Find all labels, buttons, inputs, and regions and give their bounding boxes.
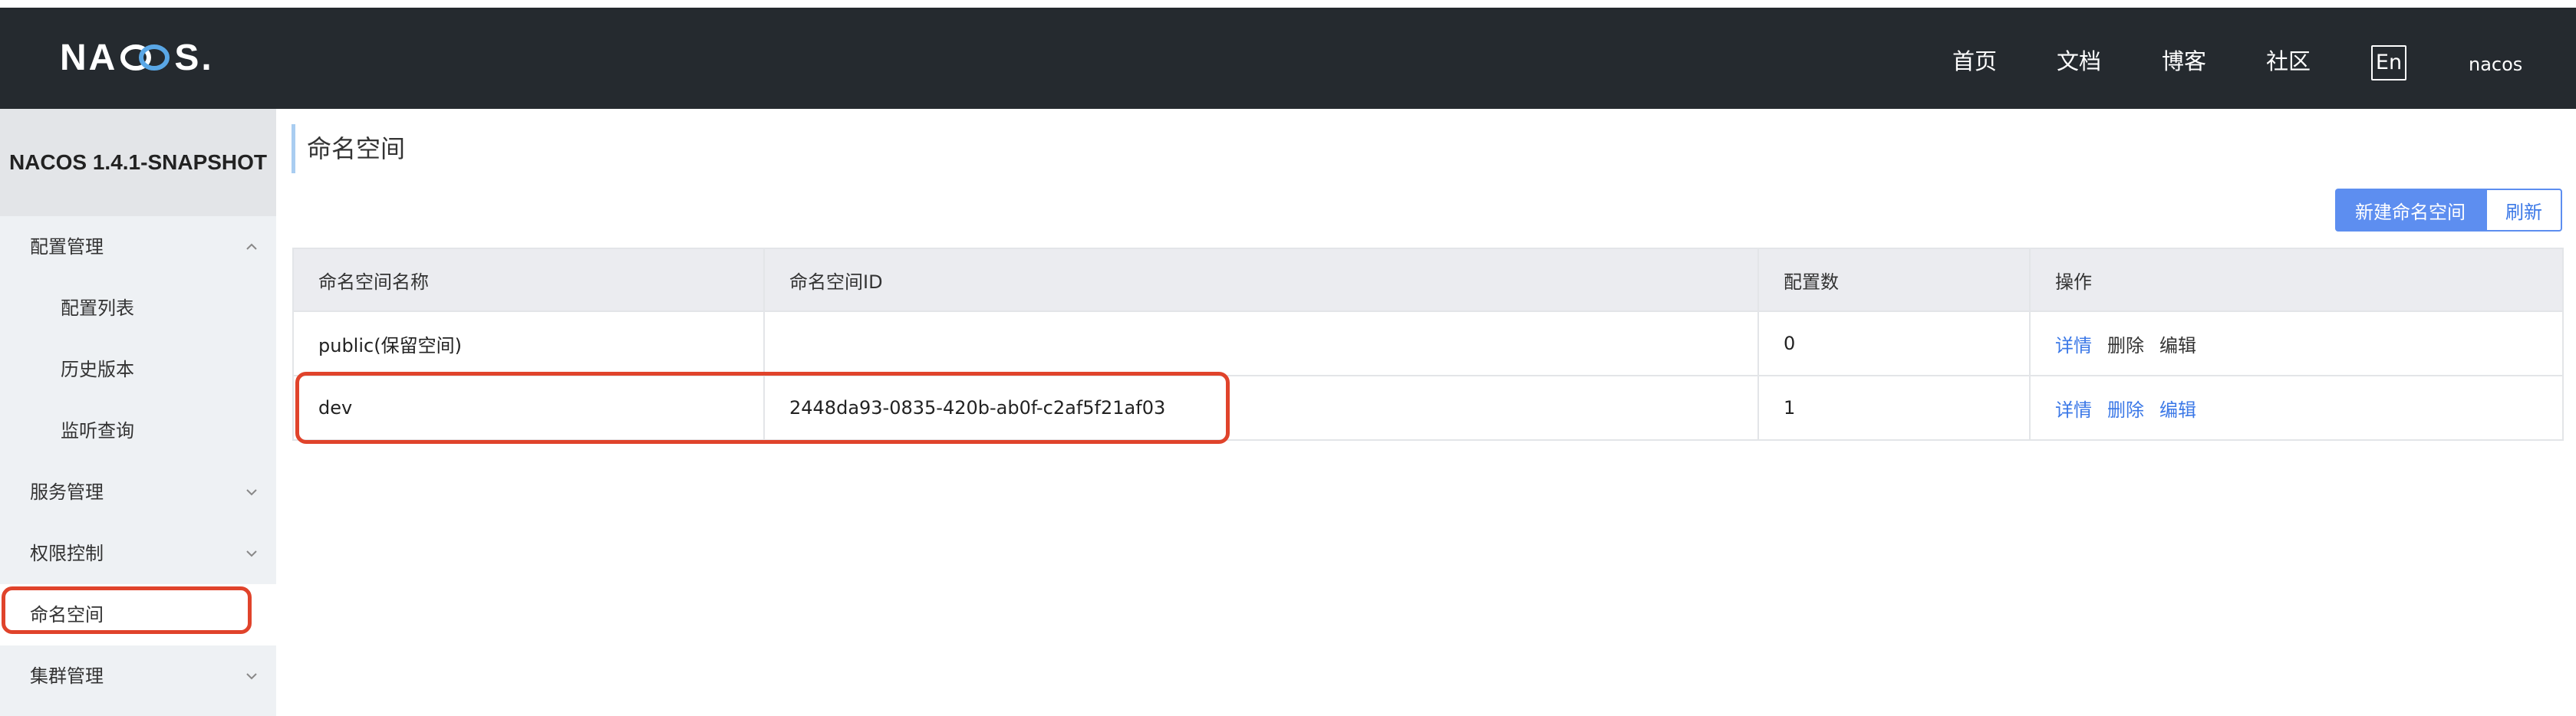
details-link[interactable]: 详情: [2055, 335, 2092, 356]
sidebar: NACOS 1.4.1-SNAPSHOT 配置管理 配置列表 历史版本 监听查询…: [0, 109, 276, 716]
nav-docs[interactable]: 文档: [2057, 46, 2101, 77]
actions-cell: 详情 删除 编辑: [2030, 311, 2564, 376]
sidebar-item-label: 服务管理: [30, 481, 104, 503]
sidebar-item-label: 配置管理: [30, 236, 104, 258]
top-header: NA S. 首页 文档 博客 社区 En nacos: [0, 8, 2576, 109]
namespace-table: 命名空间名称 命名空间ID 配置数 操作 public(保留空间) 0 详情 删除…: [292, 248, 2564, 441]
sidebar-item-label: 配置列表: [61, 297, 134, 319]
chevron-up-icon: [246, 243, 257, 250]
language-switch[interactable]: En: [2371, 45, 2406, 80]
sidebar-item-label: 权限控制: [30, 543, 104, 564]
user-name[interactable]: nacos: [2469, 51, 2522, 78]
sidebar-item-cluster-management[interactable]: 集群管理: [0, 645, 276, 707]
chevron-down-icon: [246, 489, 257, 496]
sidebar-item-history[interactable]: 历史版本: [0, 339, 276, 400]
nav-home[interactable]: 首页: [1952, 46, 1997, 77]
nacos-logo[interactable]: NA S.: [60, 35, 214, 81]
sidebar-item-label: 集群管理: [30, 665, 104, 687]
table-row: dev 2448da93-0835-420b-ab0f-c2af5f21af03…: [293, 376, 2564, 441]
config-count-cell: 1: [1758, 376, 2031, 441]
table-header-row: 命名空间名称 命名空间ID 配置数 操作: [293, 248, 2564, 312]
column-header-name: 命名空间名称: [293, 248, 765, 312]
chevron-down-icon: [246, 673, 257, 680]
delete-link[interactable]: 删除: [2107, 335, 2144, 356]
edit-link[interactable]: 编辑: [2159, 399, 2196, 421]
actions-cell: 详情 删除 编辑: [2030, 376, 2564, 441]
logo-rings-icon: [120, 44, 170, 71]
edit-link[interactable]: 编辑: [2159, 335, 2196, 356]
version-label: NACOS 1.4.1-SNAPSHOT: [0, 109, 276, 216]
delete-link[interactable]: 删除: [2107, 399, 2144, 421]
nav-community[interactable]: 社区: [2266, 46, 2311, 77]
nav-blog[interactable]: 博客: [2162, 46, 2206, 77]
new-namespace-button[interactable]: 新建命名空间: [2335, 189, 2485, 232]
namespace-name-cell: dev: [293, 376, 765, 441]
sidebar-item-config-management[interactable]: 配置管理: [0, 216, 276, 278]
sidebar-item-service-management[interactable]: 服务管理: [0, 461, 276, 523]
title-accent-bar: [292, 124, 295, 173]
table-row: public(保留空间) 0 详情 删除 编辑: [293, 311, 2564, 376]
sidebar-item-namespace[interactable]: 命名空间: [0, 584, 276, 645]
namespace-id-cell: [764, 311, 1759, 376]
sidebar-item-access-control[interactable]: 权限控制: [0, 523, 276, 584]
sidebar-item-config-list[interactable]: 配置列表: [0, 278, 276, 339]
config-count-cell: 0: [1758, 311, 2031, 376]
details-link[interactable]: 详情: [2055, 399, 2092, 421]
page-title: 命名空间: [307, 134, 406, 163]
column-header-count: 配置数: [1758, 248, 2031, 312]
namespace-id-cell: 2448da93-0835-420b-ab0f-c2af5f21af03: [764, 376, 1759, 441]
column-header-id: 命名空间ID: [764, 248, 1759, 312]
sidebar-item-listener-query[interactable]: 监听查询: [0, 400, 276, 461]
refresh-button[interactable]: 刷新: [2485, 189, 2562, 232]
column-header-actions: 操作: [2030, 248, 2564, 312]
chevron-down-icon: [246, 550, 257, 557]
sidebar-item-label: 历史版本: [61, 359, 134, 380]
sidebar-item-label: 监听查询: [61, 420, 134, 442]
sidebar-item-label: 命名空间: [30, 604, 104, 626]
namespace-name-cell: public(保留空间): [293, 311, 765, 376]
